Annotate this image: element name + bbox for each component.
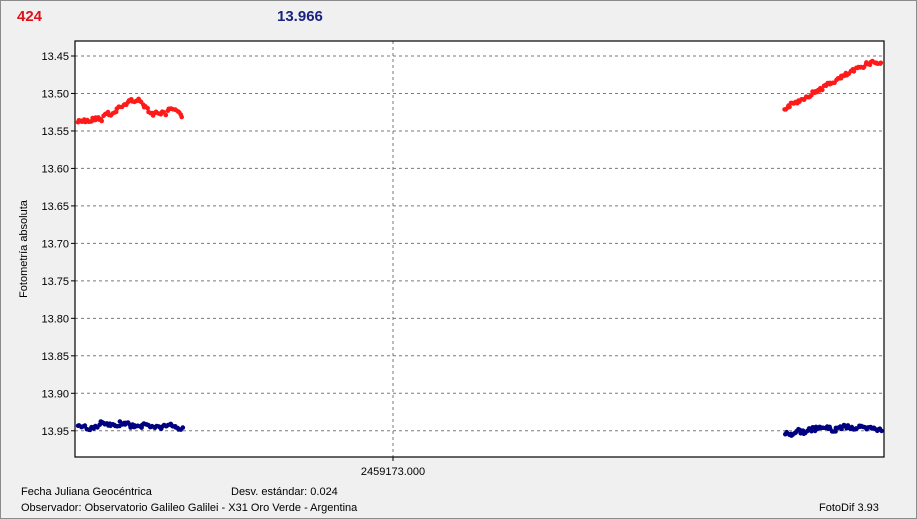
plot-area — [75, 41, 884, 457]
x-tick-label: 2459173.000 — [361, 466, 425, 478]
y-tick-label: 13.65 — [41, 201, 69, 213]
y-tick-label: 13.90 — [41, 388, 69, 400]
x-axis-caption: Fecha Juliana Geocéntrica — [21, 486, 152, 498]
y-tick-label: 13.60 — [41, 163, 69, 175]
comparison-point — [879, 428, 884, 434]
y-tick-label: 13.75 — [41, 276, 69, 288]
target-point — [163, 112, 169, 118]
target-point — [179, 114, 184, 120]
y-tick-label: 13.55 — [41, 126, 69, 138]
target-point — [878, 60, 884, 66]
light-curve-chart: 13.45 13.50 13.55 13.60 13.65 13.70 13.75 13.80… — [18, 40, 885, 478]
observer-label: Observador: Observatorio Galileo Galilei… — [21, 502, 358, 514]
y-tick-label: 13.80 — [41, 313, 69, 325]
y-tick-label: 13.45 — [41, 51, 69, 63]
y-tick-label: 13.95 — [41, 426, 69, 438]
software-version: FotoDif 3.93 — [819, 502, 879, 514]
target-point — [820, 87, 825, 93]
y-tick-label: 13.50 — [41, 88, 69, 100]
target-point — [145, 105, 150, 111]
target-point — [787, 104, 792, 110]
target-point — [99, 118, 104, 124]
comparison-point — [180, 425, 186, 430]
y-axis-label: Fotometría absoluta — [18, 199, 30, 298]
stddev-label: Desv. estándar: 0.024 — [231, 486, 338, 498]
y-tick-label: 13.70 — [41, 238, 69, 250]
y-tick-label: 13.85 — [41, 351, 69, 363]
